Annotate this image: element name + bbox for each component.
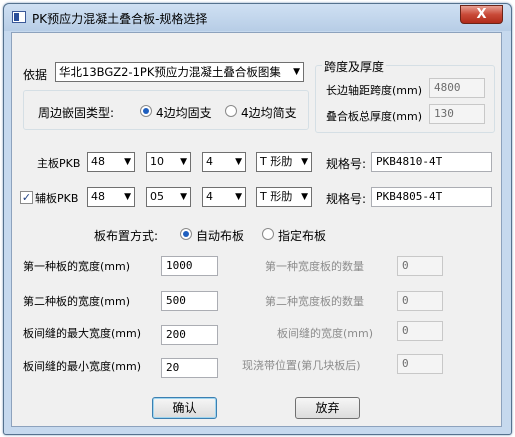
total-thickness-label: 叠合板总厚度(mm) bbox=[326, 110, 423, 123]
layout-mode-label: 板布置方式: bbox=[94, 229, 159, 243]
second-width-label: 第二种板的宽度(mm) bbox=[23, 295, 131, 308]
first-count-label: 第一种宽度板的数量 bbox=[265, 260, 364, 273]
radio-auto-layout-label[interactable]: 自动布板 bbox=[196, 227, 244, 244]
chevron-down-icon: ▼ bbox=[235, 192, 242, 202]
first-width-label: 第一种板的宽度(mm) bbox=[23, 260, 131, 273]
ok-button[interactable]: 确认 bbox=[152, 397, 217, 419]
radio-auto-layout[interactable] bbox=[180, 228, 192, 240]
aux-board-combo-3-value: 4 bbox=[206, 190, 213, 203]
aux-board-combo-2-value: 05 bbox=[150, 190, 164, 203]
app-icon bbox=[12, 11, 26, 23]
main-board-combo-1-value: 48 bbox=[91, 155, 105, 168]
first-width-field[interactable]: 1000 bbox=[161, 256, 218, 276]
chevron-down-icon: ▼ bbox=[235, 157, 242, 167]
radio-simple[interactable] bbox=[225, 105, 237, 117]
main-board-combo-1[interactable]: 48 ▼ bbox=[87, 152, 135, 172]
aux-board-checkbox[interactable]: ✓ bbox=[20, 191, 33, 204]
main-board-combo-2[interactable]: 10 ▼ bbox=[146, 152, 191, 172]
cast-strip-field[interactable]: 0 bbox=[397, 354, 443, 374]
span-group-title: 跨度及厚度 bbox=[322, 58, 387, 75]
long-span-label: 长边轴距跨度(mm) bbox=[326, 84, 423, 97]
aux-spec-field[interactable]: PKB4805-4T bbox=[371, 187, 492, 207]
main-board-combo-4[interactable]: T 形肋 ▼ bbox=[256, 152, 312, 172]
main-spec-field[interactable]: PKB4810-4T bbox=[371, 152, 492, 172]
atlas-select[interactable]: 华北13BGZ2-1PK预应力混凝土叠合板图集 ▼ bbox=[55, 62, 304, 82]
aux-board-label: 辅板PKB bbox=[35, 192, 79, 205]
aux-board-combo-1-value: 48 bbox=[91, 190, 105, 203]
chevron-down-icon: ▼ bbox=[301, 192, 308, 202]
chevron-down-icon: ▼ bbox=[180, 192, 187, 202]
radio-simple-label[interactable]: 4边均简支 bbox=[241, 104, 297, 121]
basis-label: 依据 bbox=[23, 68, 48, 82]
aux-spec-label: 规格号: bbox=[326, 192, 367, 206]
max-gap-field[interactable]: 200 bbox=[161, 325, 218, 345]
aux-board-combo-2[interactable]: 05 ▼ bbox=[146, 187, 191, 207]
long-span-field[interactable]: 4800 bbox=[429, 78, 485, 98]
min-gap-label: 板间缝的最小宽度(mm) bbox=[23, 360, 142, 373]
second-width-field[interactable]: 500 bbox=[161, 291, 218, 311]
main-board-combo-3-value: 4 bbox=[206, 155, 213, 168]
close-button[interactable]: X bbox=[460, 5, 503, 24]
dialog-window: PK预应力混凝土叠合板-规格选择 X 依据 华北13BGZ2-1PK预应力混凝土… bbox=[3, 3, 512, 435]
main-spec-label: 规格号: bbox=[326, 157, 367, 171]
cast-strip-label: 现浇带位置(第几块板后) bbox=[242, 359, 361, 372]
chevron-down-icon: ▼ bbox=[301, 157, 308, 167]
window-title: PK预应力混凝土叠合板-规格选择 bbox=[32, 12, 208, 26]
gap-width-label: 板间缝的宽度(mm) bbox=[277, 327, 374, 340]
chevron-down-icon: ▼ bbox=[124, 157, 131, 167]
total-thickness-field[interactable]: 130 bbox=[429, 104, 485, 124]
main-board-label: 主板PKB bbox=[37, 157, 81, 170]
second-count-field[interactable]: 0 bbox=[397, 291, 443, 311]
main-board-combo-2-value: 10 bbox=[150, 155, 164, 168]
main-board-combo-3[interactable]: 4 ▼ bbox=[202, 152, 246, 172]
min-gap-field[interactable]: 20 bbox=[161, 358, 218, 378]
title-bar[interactable]: PK预应力混凝土叠合板-规格选择 X bbox=[4, 4, 511, 31]
chevron-down-icon: ▼ bbox=[124, 192, 131, 202]
max-gap-label: 板间缝的最大宽度(mm) bbox=[23, 327, 142, 340]
aux-board-combo-3[interactable]: 4 ▼ bbox=[202, 187, 246, 207]
radio-fixed[interactable] bbox=[140, 105, 152, 117]
dialog-body: 依据 华北13BGZ2-1PK预应力混凝土叠合板图集 ▼ 周边嵌固类型: 4边均… bbox=[11, 32, 502, 427]
atlas-select-value: 华北13BGZ2-1PK预应力混凝土叠合板图集 bbox=[59, 65, 281, 79]
radio-fixed-label[interactable]: 4边均固支 bbox=[156, 104, 212, 121]
second-count-label: 第二种宽度板的数量 bbox=[265, 295, 364, 308]
aux-board-combo-4[interactable]: T 形肋 ▼ bbox=[256, 187, 312, 207]
radio-manual-layout-label[interactable]: 指定布板 bbox=[278, 227, 326, 244]
main-board-combo-4-value: T 形肋 bbox=[260, 155, 293, 168]
first-count-field[interactable]: 0 bbox=[397, 256, 443, 276]
aux-board-combo-1[interactable]: 48 ▼ bbox=[87, 187, 135, 207]
radio-manual-layout[interactable] bbox=[262, 228, 274, 240]
aux-board-combo-4-value: T 形肋 bbox=[260, 190, 293, 203]
chevron-down-icon: ▼ bbox=[293, 67, 300, 77]
chevron-down-icon: ▼ bbox=[180, 157, 187, 167]
support-type-label: 周边嵌固类型: bbox=[38, 106, 115, 120]
gap-width-field[interactable]: 0 bbox=[397, 321, 443, 341]
cancel-button[interactable]: 放弃 bbox=[295, 397, 360, 419]
